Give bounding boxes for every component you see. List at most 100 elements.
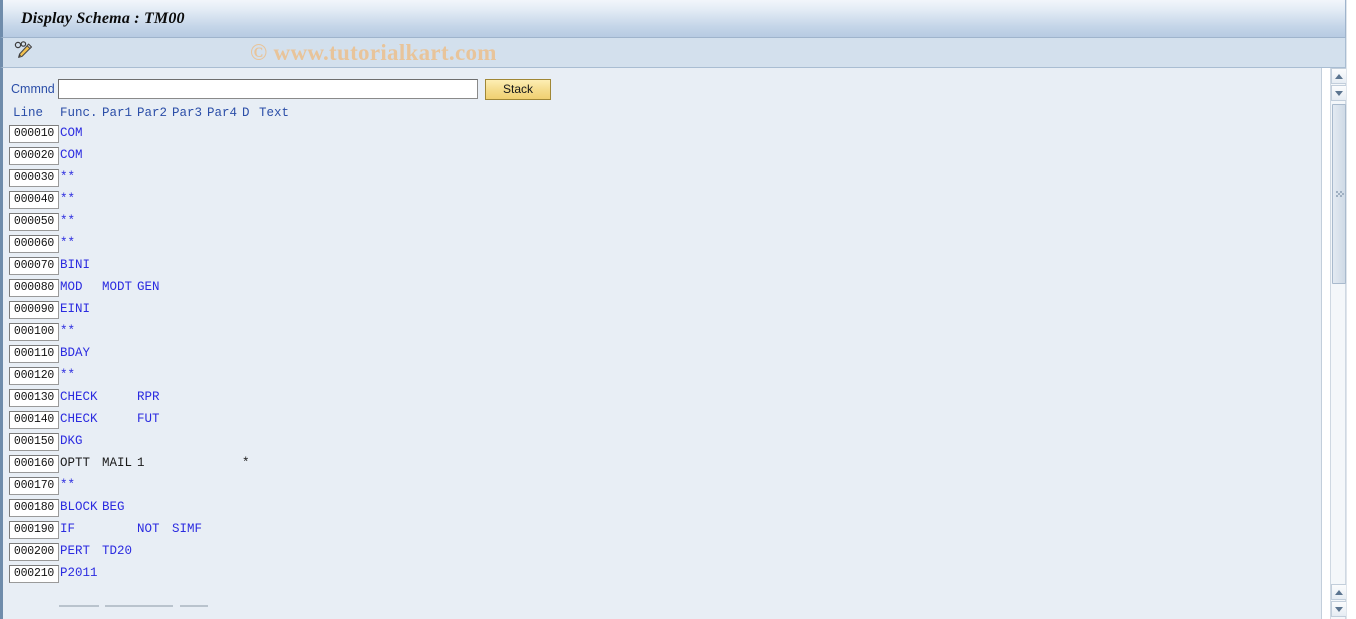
line-number-field[interactable]: 000180 (9, 499, 59, 517)
line-number-field[interactable]: 000150 (9, 433, 59, 451)
table-row[interactable]: 000130 CHECK RPR (3, 388, 1313, 410)
cell-par2[interactable]: RPR (137, 390, 160, 404)
vertical-scrollbar[interactable] (1330, 68, 1347, 619)
cell-func[interactable]: COM (60, 126, 83, 140)
cell-func[interactable]: CHECK (60, 390, 98, 404)
table-row[interactable]: 000200 PERT TD20 (3, 542, 1313, 564)
cell-func[interactable]: BLOCK (60, 500, 98, 514)
title-bar: Display Schema : TM00 (0, 0, 1346, 38)
column-header-par3: Par3 (172, 106, 203, 120)
cell-func[interactable]: ** (60, 170, 75, 184)
column-header-par2: Par2 (137, 106, 168, 120)
cell-func[interactable]: DKG (60, 434, 83, 448)
cell-func[interactable]: COM (60, 148, 83, 162)
cell-par1[interactable]: MODT (102, 280, 132, 294)
line-number-field[interactable]: 000140 (9, 411, 59, 429)
cell-func[interactable]: ** (60, 214, 75, 228)
column-header-line: Line (13, 106, 44, 120)
table-row[interactable]: 000060 ** (3, 234, 1313, 256)
table-row[interactable]: 000180 BLOCK BEG (3, 498, 1313, 520)
line-number-field[interactable]: 000090 (9, 301, 59, 319)
cutoff-button-stub (180, 605, 208, 607)
stack-button[interactable]: Stack (485, 78, 551, 100)
cell-func[interactable]: BINI (60, 258, 90, 272)
table-row[interactable]: 000010 COM (3, 124, 1313, 146)
table-row[interactable]: 000040 ** (3, 190, 1313, 212)
cell-func[interactable]: ** (60, 478, 75, 492)
sap-window: Display Schema : TM00 © www.tutorialkart… (0, 0, 1356, 619)
chevron-up-icon (1335, 73, 1343, 79)
line-number-field[interactable]: 000200 (9, 543, 59, 561)
cell-func[interactable]: IF (60, 522, 75, 536)
scroll-page-up-button[interactable] (1331, 584, 1347, 600)
column-header-d: D (242, 106, 250, 120)
cell-par2[interactable]: 1 (137, 456, 145, 470)
table-row[interactable]: 000210 P2011 (3, 564, 1313, 586)
table-row[interactable]: 000090 EINI (3, 300, 1313, 322)
cutoff-button-stub (59, 605, 99, 607)
cell-func[interactable]: BDAY (60, 346, 90, 360)
line-number-field[interactable]: 000170 (9, 477, 59, 495)
table-row[interactable]: 000150 DKG (3, 432, 1313, 454)
line-number-field[interactable]: 000100 (9, 323, 59, 341)
cell-par2[interactable]: GEN (137, 280, 160, 294)
command-row: Cmmnd Stack (3, 78, 551, 100)
command-input[interactable] (58, 79, 478, 99)
cell-par2[interactable]: FUT (137, 412, 160, 426)
window-right-edge (1346, 0, 1356, 619)
command-label: Cmmnd (11, 82, 55, 96)
cell-par2[interactable]: NOT (137, 522, 160, 536)
line-number-field[interactable]: 000010 (9, 125, 59, 143)
cell-func[interactable]: ** (60, 368, 75, 382)
scroll-up-button[interactable] (1331, 68, 1347, 84)
cell-func[interactable]: ** (60, 324, 75, 338)
line-number-field[interactable]: 000160 (9, 455, 59, 473)
line-number-field[interactable]: 000110 (9, 345, 59, 363)
table-row[interactable]: 000160 OPTT MAIL 1 * (3, 454, 1313, 476)
table-row[interactable]: 000050 ** (3, 212, 1313, 234)
line-number-field[interactable]: 000060 (9, 235, 59, 253)
cell-func[interactable]: CHECK (60, 412, 98, 426)
column-header-func: Func. (60, 106, 98, 120)
line-number-field[interactable]: 000120 (9, 367, 59, 385)
cell-func[interactable]: P2011 (60, 566, 98, 580)
cell-par3[interactable]: SIMF (172, 522, 202, 536)
cell-func[interactable]: OPTT (60, 456, 90, 470)
cell-func[interactable]: ** (60, 236, 75, 250)
column-header-par4: Par4 (207, 106, 238, 120)
display-change-toggle-button[interactable] (7, 40, 41, 66)
line-number-field[interactable]: 000070 (9, 257, 59, 275)
line-number-field[interactable]: 000050 (9, 213, 59, 231)
table-row[interactable]: 000100 ** (3, 322, 1313, 344)
schema-editor-canvas: Cmmnd Stack Line Func. Par1 Par2 Par3 Par4 D Te… (0, 68, 1322, 619)
scroll-down-button[interactable] (1331, 85, 1347, 101)
table-row[interactable]: 000120 ** (3, 366, 1313, 388)
table-row[interactable]: 000080 MOD MODT GEN (3, 278, 1313, 300)
cell-par1[interactable]: BEG (102, 500, 125, 514)
table-row[interactable]: 000140 CHECK FUT (3, 410, 1313, 432)
cell-par1[interactable]: TD20 (102, 544, 132, 558)
chevron-down-icon (1335, 606, 1343, 612)
cell-d[interactable]: * (242, 456, 250, 470)
line-number-field[interactable]: 000190 (9, 521, 59, 539)
table-row[interactable]: 000030 ** (3, 168, 1313, 190)
cutoff-button-stub (105, 605, 173, 607)
line-number-field[interactable]: 000130 (9, 389, 59, 407)
cell-par1[interactable]: MAIL (102, 456, 132, 470)
line-number-field[interactable]: 000040 (9, 191, 59, 209)
cell-func[interactable]: MOD (60, 280, 83, 294)
line-number-field[interactable]: 000020 (9, 147, 59, 165)
cell-func[interactable]: ** (60, 192, 75, 206)
line-number-field[interactable]: 000030 (9, 169, 59, 187)
table-row[interactable]: 000110 BDAY (3, 344, 1313, 366)
table-row[interactable]: 000020 COM (3, 146, 1313, 168)
table-row[interactable]: 000190 IF NOT SIMF (3, 520, 1313, 542)
scrollbar-thumb[interactable] (1332, 104, 1346, 284)
cell-func[interactable]: PERT (60, 544, 90, 558)
line-number-field[interactable]: 000210 (9, 565, 59, 583)
table-row[interactable]: 000170 ** (3, 476, 1313, 498)
scroll-page-down-button[interactable] (1331, 601, 1347, 617)
line-number-field[interactable]: 000080 (9, 279, 59, 297)
cell-func[interactable]: EINI (60, 302, 90, 316)
table-row[interactable]: 000070 BINI (3, 256, 1313, 278)
